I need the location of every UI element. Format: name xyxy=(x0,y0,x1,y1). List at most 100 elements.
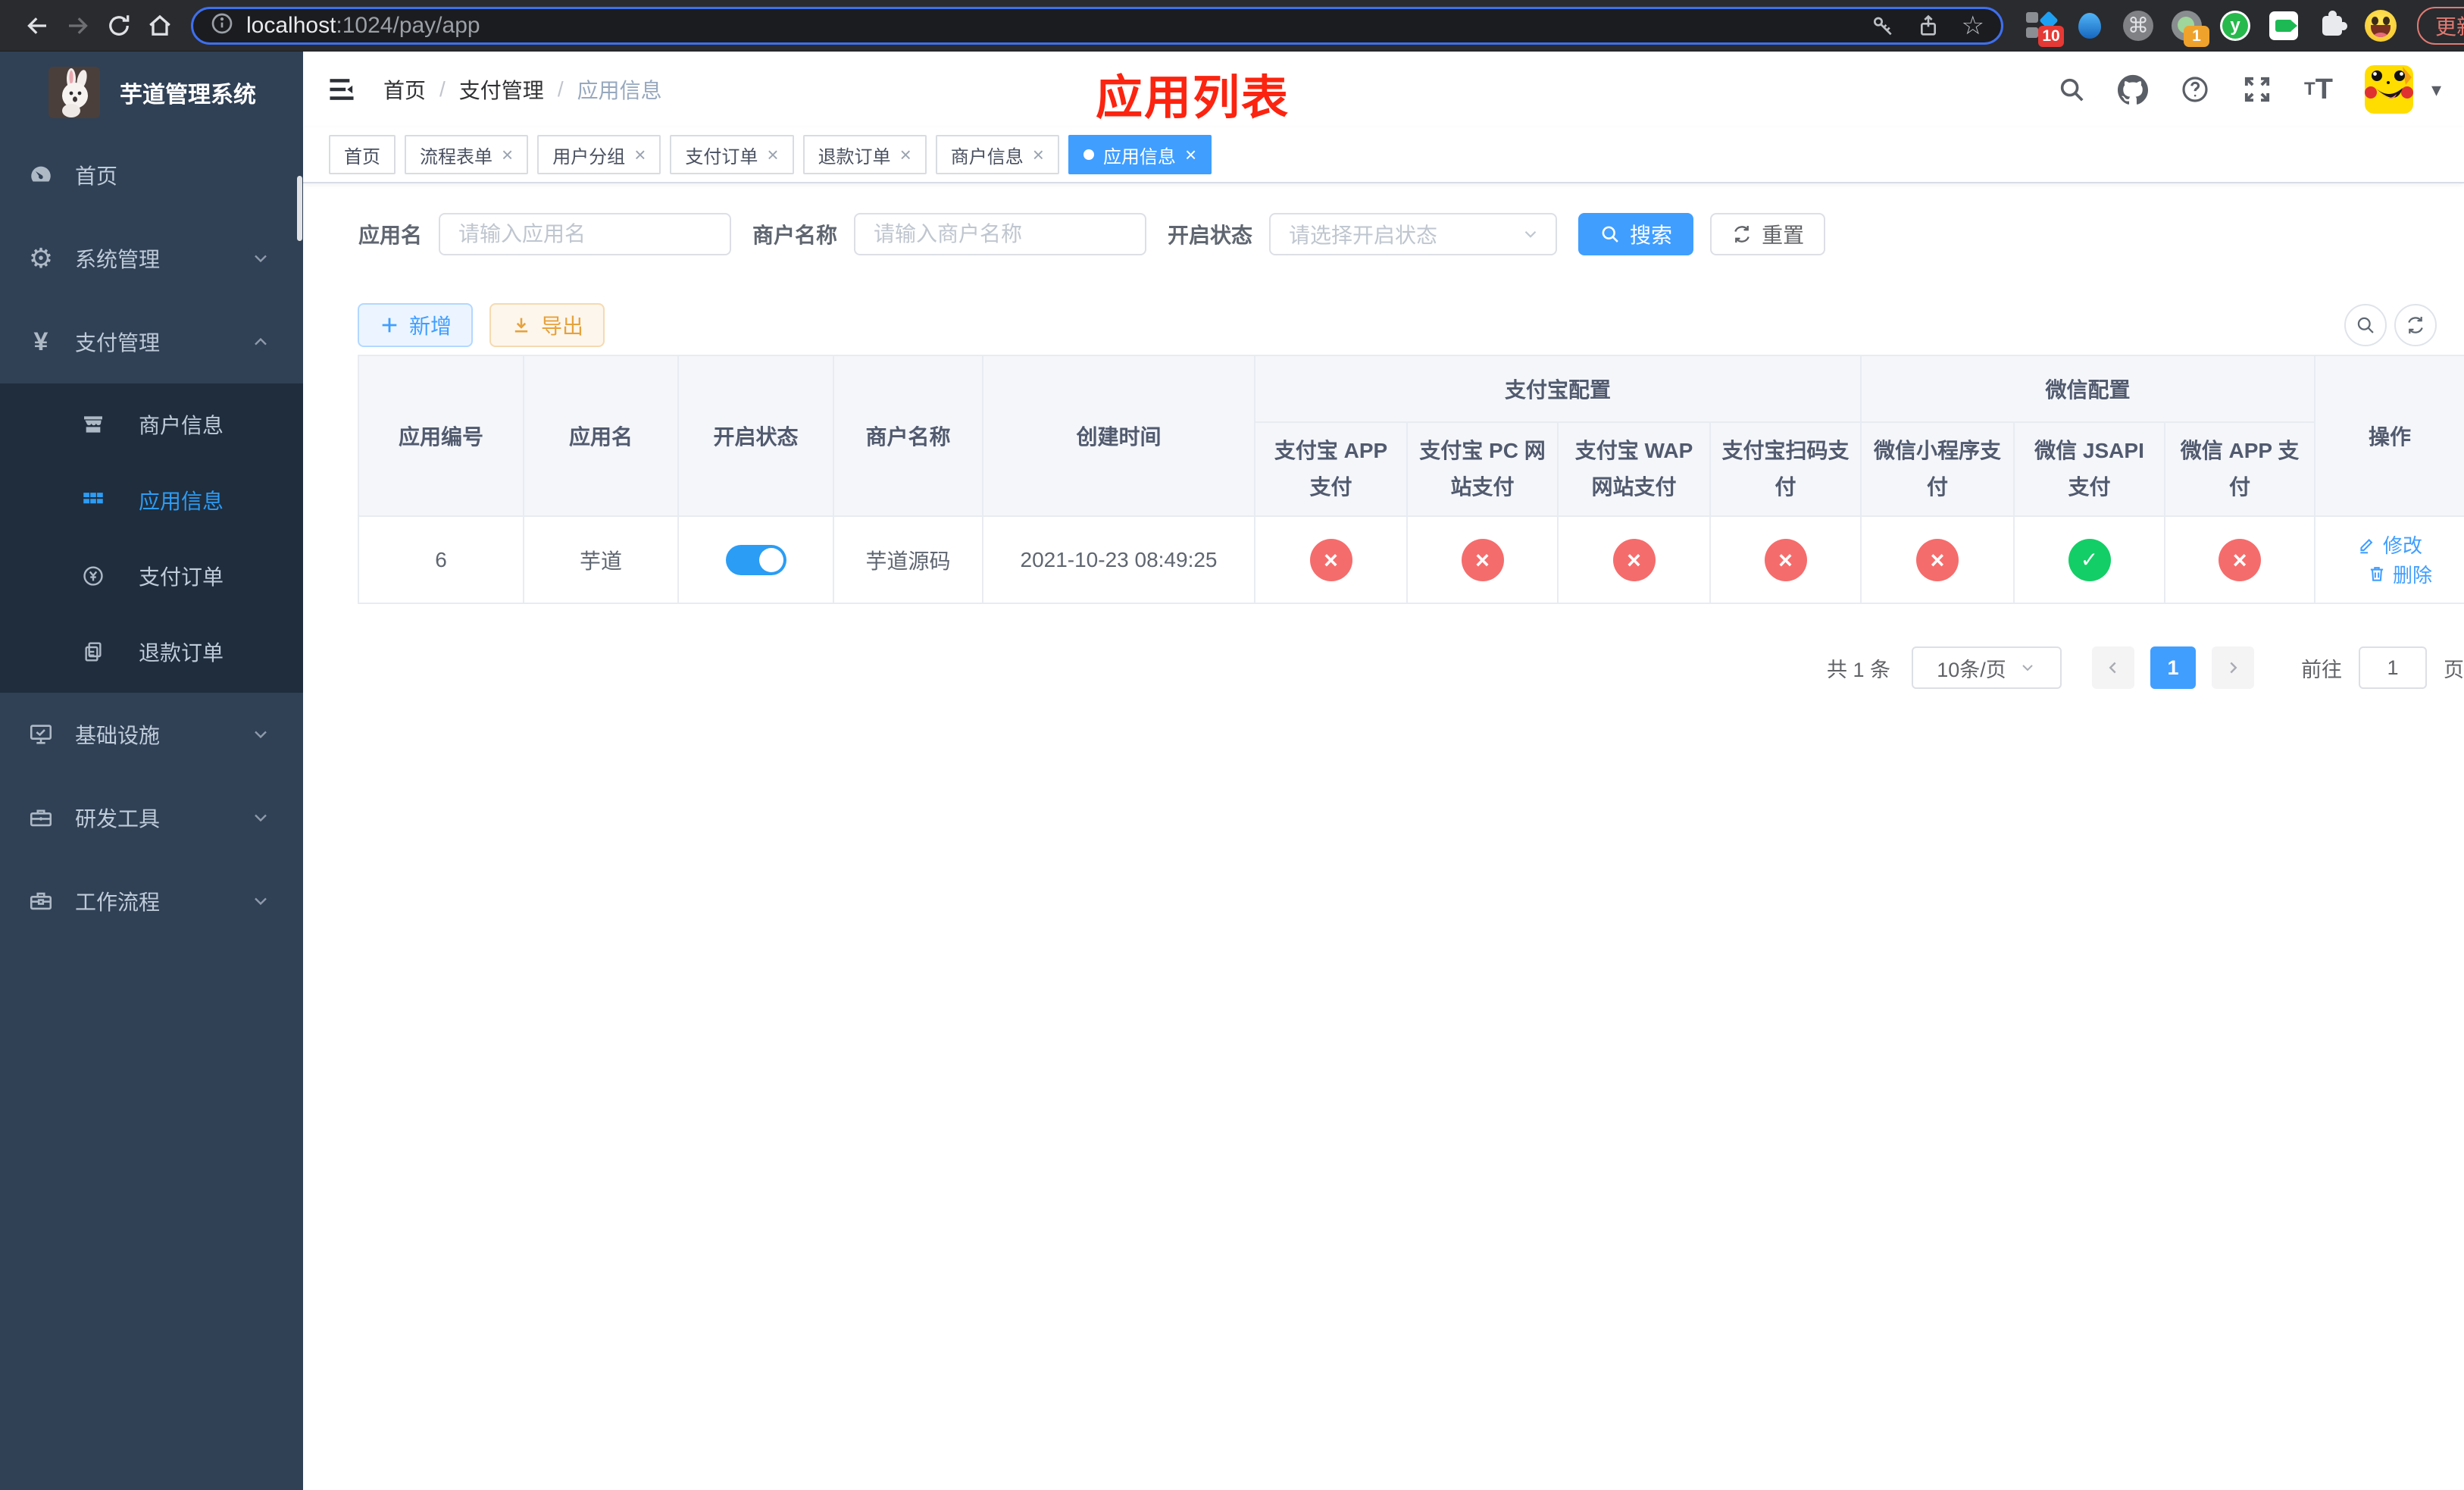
goto-page-input[interactable] xyxy=(2359,646,2427,689)
page-number-button[interactable]: 1 xyxy=(2150,646,2196,689)
dashboard-icon xyxy=(27,162,55,188)
next-page-button[interactable] xyxy=(2212,646,2254,689)
status-select-placeholder: 请选择开启状态 xyxy=(1289,224,1438,247)
close-tab-icon[interactable]: × xyxy=(900,145,911,164)
status-select[interactable]: 请选择开启状态 xyxy=(1269,213,1558,255)
prev-page-button[interactable] xyxy=(2092,646,2134,689)
delete-link[interactable]: 删除 xyxy=(2367,560,2432,588)
col-created: 创建时间 xyxy=(982,355,1255,517)
extension-puzzle-icon[interactable] xyxy=(2315,9,2349,42)
extension-sigma-icon[interactable]: 10 xyxy=(2025,9,2064,47)
wechat-mini-status-icon xyxy=(1916,538,1959,581)
caret-down-icon[interactable]: ▾ xyxy=(2431,78,2441,102)
breadcrumb-separator: / xyxy=(439,77,446,101)
sidebar-item-label: 应用信息 xyxy=(139,490,224,513)
extension-recorder-icon[interactable]: 1 xyxy=(2170,9,2209,47)
close-tab-icon[interactable]: × xyxy=(502,145,513,164)
sidebar-item-label: 支付订单 xyxy=(139,565,224,589)
extension-camera-icon[interactable] xyxy=(2267,9,2300,42)
sidebar-item-app-info[interactable]: 应用信息 xyxy=(0,462,303,538)
tab-home[interactable]: 首页 xyxy=(329,135,396,174)
reset-button[interactable]: 重置 xyxy=(1710,213,1826,255)
fullscreen-icon[interactable] xyxy=(2242,74,2272,105)
gear-icon: ⚙ xyxy=(28,243,54,274)
browser-home-icon[interactable] xyxy=(139,5,180,46)
password-key-icon[interactable] xyxy=(1871,14,1895,38)
sidebar-item-merchant-info[interactable]: 商户信息 xyxy=(0,387,303,462)
close-tab-icon[interactable]: × xyxy=(1185,145,1196,164)
browser-forward-icon[interactable] xyxy=(58,5,98,46)
search-icon xyxy=(1602,226,1618,243)
table-row: 6 芋道 芋道源码 2021-10-23 08:49:25 × × × × × … xyxy=(358,515,2464,604)
sidebar-item-label: 支付管理 xyxy=(75,331,161,355)
col-merchant: 商户名称 xyxy=(833,355,983,517)
site-info-icon[interactable] xyxy=(210,11,234,39)
header-search-icon[interactable] xyxy=(2057,75,2086,104)
tab-user-group[interactable]: 用户分组 × xyxy=(537,135,661,174)
col-actions: 操作 xyxy=(2314,355,2464,517)
edit-link[interactable]: 修改 xyxy=(2357,531,2422,559)
refresh-table-button[interactable] xyxy=(2394,304,2437,346)
sidebar-scrollbar-thumb[interactable] xyxy=(297,176,302,241)
chevron-right-icon xyxy=(2230,662,2237,674)
extension-badge: 10 xyxy=(2038,25,2064,47)
rabbit-logo-image xyxy=(48,67,100,118)
close-tab-icon[interactable]: × xyxy=(634,145,646,164)
sidebar-item-refund-orders[interactable]: 退款订单 xyxy=(0,614,303,690)
export-button[interactable]: 导出 xyxy=(489,303,605,347)
share-icon[interactable] xyxy=(1916,14,1940,38)
chevron-down-icon xyxy=(1524,230,1537,238)
chrome-update-button[interactable]: 更新 xyxy=(2417,6,2464,45)
sidebar-item-label: 系统管理 xyxy=(75,248,161,271)
sidebar-item-workflow[interactable]: 工作流程 xyxy=(0,859,303,943)
payment-submenu: 商户信息 应用信息 支付订单 退款订单 xyxy=(0,383,303,693)
extension-command-icon[interactable]: ⌘ xyxy=(2122,9,2155,42)
filter-form: 应用名 商户名称 开启状态 请选择开启状态 搜索 重置 xyxy=(330,212,2437,256)
bookmark-star-icon[interactable]: ☆ xyxy=(1962,13,1984,39)
extension-badge: 1 xyxy=(2184,25,2209,47)
table-toolbar: 新增 导出 xyxy=(330,303,2437,347)
tab-app-info[interactable]: 应用信息 × xyxy=(1068,135,1212,174)
extension-pin-icon[interactable] xyxy=(2073,9,2106,42)
user-avatar[interactable] xyxy=(2364,65,2413,114)
github-icon[interactable] xyxy=(2118,74,2149,105)
app-name-input[interactable] xyxy=(439,213,732,255)
alipay-qr-status-icon xyxy=(1764,538,1807,581)
yen-icon: ¥ xyxy=(33,327,48,356)
browser-back-icon[interactable] xyxy=(17,5,58,46)
document-icon xyxy=(78,640,108,664)
hamburger-icon[interactable] xyxy=(326,75,358,104)
font-size-icon[interactable]: TT xyxy=(2304,74,2333,106)
tab-refund-orders[interactable]: 退款订单 × xyxy=(802,135,927,174)
help-icon[interactable] xyxy=(2180,74,2210,105)
profile-emoji-icon[interactable] xyxy=(2364,9,2397,42)
screen: localhost:1024/pay/app ☆ 10 ⌘ 1 y 更 芋道管理… xyxy=(0,0,2464,1490)
browser-reload-icon[interactable] xyxy=(98,5,139,46)
search-button[interactable]: 搜索 xyxy=(1578,213,1694,255)
search-icon xyxy=(2357,317,2374,333)
app-logo[interactable]: 芋道管理系统 xyxy=(0,52,303,133)
tab-pay-orders[interactable]: 支付订单 × xyxy=(670,135,794,174)
col-alipay-qr: 支付宝扫码支付 xyxy=(1709,421,1862,517)
add-button[interactable]: 新增 xyxy=(358,303,474,347)
breadcrumb-home[interactable]: 首页 xyxy=(383,74,426,105)
page-size-select[interactable]: 10条/页 xyxy=(1912,646,2062,689)
breadcrumb-payment[interactable]: 支付管理 xyxy=(459,74,544,105)
sidebar-item-label: 工作流程 xyxy=(75,891,161,914)
show-search-button[interactable] xyxy=(2344,304,2387,346)
sidebar-item-home[interactable]: 首页 xyxy=(0,133,303,217)
sidebar-item-system[interactable]: ⚙ 系统管理 xyxy=(0,217,303,300)
enable-toggle[interactable] xyxy=(725,544,786,575)
close-tab-icon[interactable]: × xyxy=(1033,145,1044,164)
merchant-name-input[interactable] xyxy=(854,213,1147,255)
sidebar-item-payment[interactable]: ¥ 支付管理 xyxy=(0,300,303,383)
sidebar-item-pay-orders[interactable]: 支付订单 xyxy=(0,538,303,614)
tab-merchant-info[interactable]: 商户信息 × xyxy=(935,135,1059,174)
sidebar-item-infrastructure[interactable]: 基础设施 xyxy=(0,693,303,776)
tab-process-form[interactable]: 流程表单 × xyxy=(405,135,529,174)
close-tab-icon[interactable]: × xyxy=(767,145,778,164)
sidebar-item-dev-tools[interactable]: 研发工具 xyxy=(0,776,303,859)
app-navbar: 首页 / 支付管理 / 应用信息 应用列表 T T ▾ xyxy=(303,52,2464,127)
extension-y-icon[interactable]: y xyxy=(2219,9,2252,42)
address-bar[interactable]: localhost:1024/pay/app ☆ xyxy=(191,6,2003,45)
